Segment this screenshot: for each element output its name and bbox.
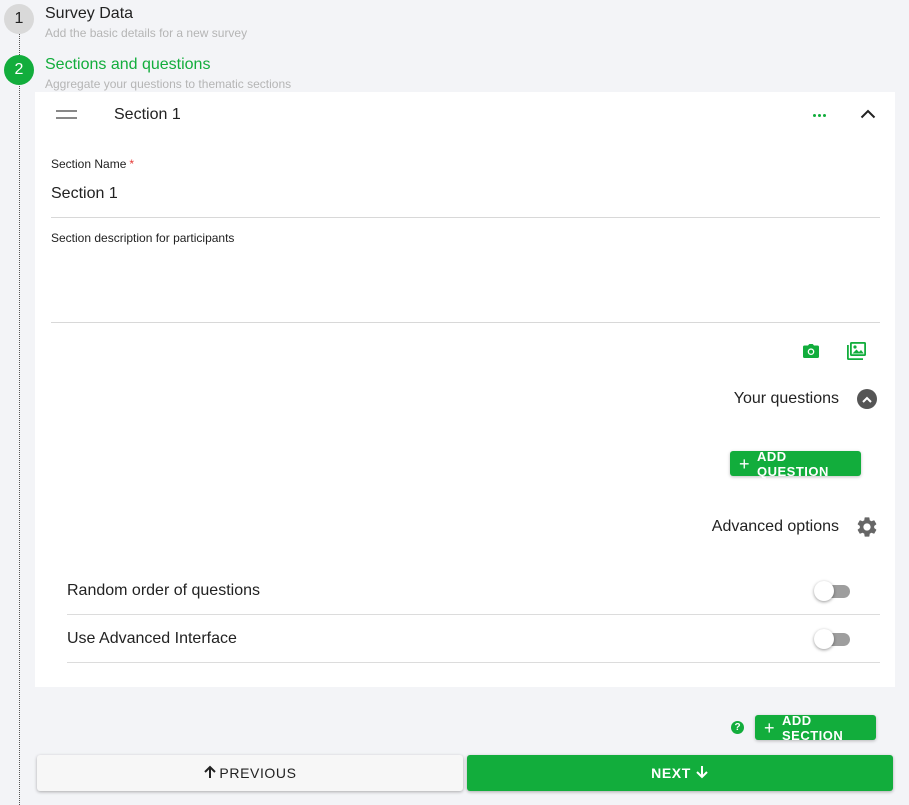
step-2-subtitle: Aggregate your questions to thematic sec… [45, 77, 292, 91]
step-1-subtitle: Add the basic details for a new survey [45, 26, 248, 40]
option-random-order-label: Random order of questions [67, 582, 260, 599]
help-icon[interactable]: ? [731, 721, 744, 734]
arrow-up-icon [203, 765, 217, 782]
random-order-toggle[interactable] [814, 580, 852, 602]
section-name-underline [51, 217, 880, 218]
advanced-options-label: Advanced options [711, 518, 839, 535]
add-section-button[interactable]: + ADD SECTION [755, 713, 876, 743]
option-divider [67, 614, 880, 615]
add-question-button[interactable]: + ADD QUESTION [730, 449, 861, 479]
gear-icon[interactable] [855, 515, 879, 544]
questions-collapse-icon[interactable] [857, 389, 877, 409]
drag-handle-icon[interactable] [56, 110, 77, 119]
arrow-down-icon [695, 765, 709, 782]
step-2-number[interactable]: 2 [4, 55, 34, 85]
section-name-input[interactable]: Section 1 [51, 185, 118, 203]
step-1-number[interactable]: 1 [4, 4, 34, 34]
section-description-underline [51, 322, 880, 323]
your-questions-label: Your questions [733, 390, 839, 407]
image-icon[interactable] [847, 342, 866, 365]
required-mark: * [129, 157, 135, 171]
step-2-title[interactable]: Sections and questions [45, 56, 210, 74]
section-name-label: Section Name * [51, 157, 135, 171]
previous-button[interactable]: PREVIOUS [37, 755, 463, 791]
section-card: Section 1 Section Name * Section 1 Sectio… [35, 92, 895, 687]
stepper-connector-line [19, 34, 20, 805]
next-button[interactable]: NEXT [467, 755, 893, 791]
camera-icon[interactable] [803, 344, 819, 363]
plus-icon: + [739, 453, 751, 474]
option-divider [67, 662, 880, 663]
plus-icon: + [764, 717, 776, 738]
chevron-up-icon[interactable] [860, 106, 876, 124]
step-1-title[interactable]: Survey Data [45, 5, 133, 23]
more-horizontal-icon[interactable] [813, 114, 826, 117]
option-advanced-interface-label: Use Advanced Interface [67, 630, 237, 647]
section-description-label: Section description for participants [51, 231, 235, 245]
section-header-title[interactable]: Section 1 [114, 106, 181, 124]
section-description-input[interactable] [51, 252, 880, 312]
advanced-interface-toggle[interactable] [814, 628, 852, 650]
